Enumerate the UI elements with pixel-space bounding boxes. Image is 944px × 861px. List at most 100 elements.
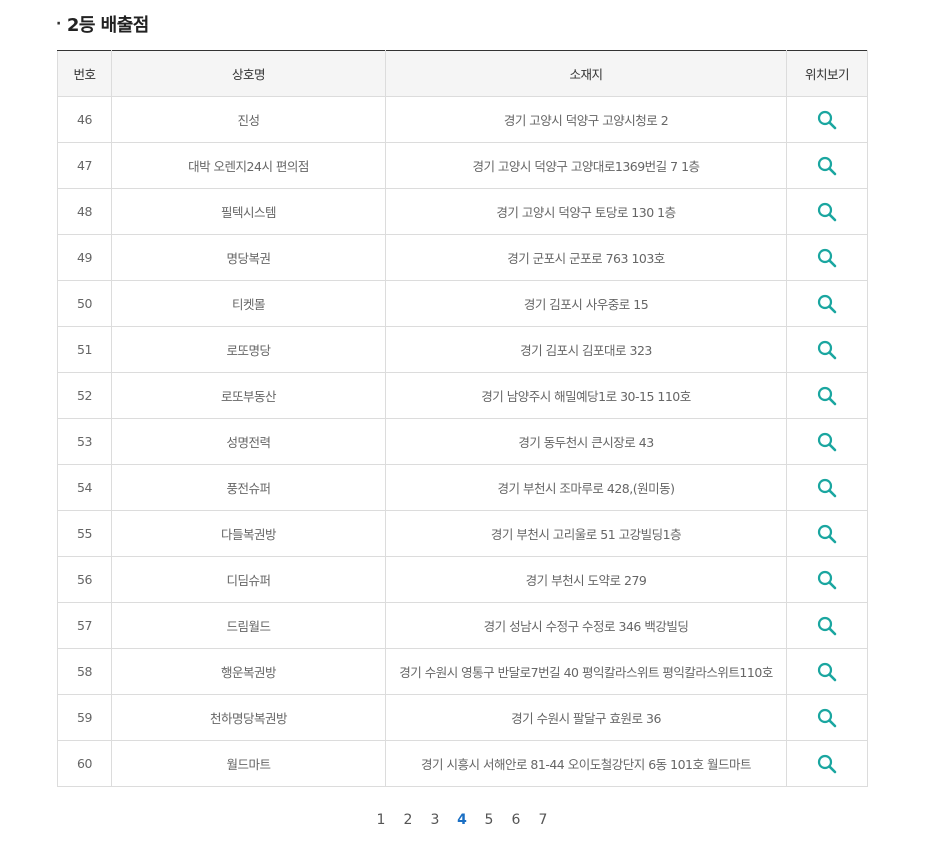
table-row: 60 월드마트 경기 시흥시 서해안로 81-44 오이도철강단지 6동 101호 … [57, 740, 868, 787]
cell-no: 57 [57, 602, 112, 649]
view-location-button[interactable] [814, 383, 840, 409]
cell-no: 56 [57, 556, 112, 603]
cell-address: 경기 수원시 팔달구 효원로 36 [385, 694, 787, 741]
table-header: 번호 상호명 소재지 위치보기 [57, 50, 868, 97]
cell-store-name: 디딤슈퍼 [111, 556, 386, 603]
cell-store-name: 풍전슈퍼 [111, 464, 386, 511]
search-icon [817, 754, 837, 773]
view-location-button[interactable] [814, 521, 840, 547]
pagination: 1234567 [0, 812, 924, 828]
cell-store-name: 천하명당복권방 [111, 694, 386, 741]
cell-location [786, 142, 868, 189]
view-location-button[interactable] [814, 751, 840, 777]
cell-address: 경기 남양주시 해밀예당1로 30-15 110호 [385, 372, 787, 419]
cell-no: 52 [57, 372, 112, 419]
header-no: 번호 [57, 50, 112, 97]
search-icon [817, 570, 837, 589]
search-icon [817, 478, 837, 497]
section-title-text: 2등 배출점 [66, 15, 150, 36]
cell-address: 경기 동두천시 큰시장로 43 [385, 418, 787, 465]
view-location-button[interactable] [814, 705, 840, 731]
cell-address: 경기 김포시 사우중로 15 [385, 280, 787, 327]
cell-address: 경기 부천시 고리울로 51 고강빌딩1층 [385, 510, 787, 557]
cell-location [786, 418, 868, 465]
table-row: 47 대박 오렌지24시 편의점 경기 고양시 덕양구 고양대로1369번길 7 1… [57, 142, 868, 189]
header-location: 위치보기 [786, 50, 868, 97]
view-location-button[interactable] [814, 107, 840, 133]
cell-no: 46 [57, 96, 112, 143]
cell-location [786, 740, 868, 787]
table-row: 56 디딤슈퍼 경기 부천시 도약로 279 [57, 556, 868, 603]
page-link-3[interactable]: 3 [422, 812, 449, 828]
header-address: 소재지 [385, 50, 787, 97]
cell-store-name: 다들복권방 [111, 510, 386, 557]
search-icon [817, 662, 837, 681]
page-link-4[interactable]: 4 [449, 812, 476, 828]
cell-no: 53 [57, 418, 112, 465]
view-location-button[interactable] [814, 659, 840, 685]
cell-location [786, 326, 868, 373]
view-location-button[interactable] [814, 337, 840, 363]
view-location-button[interactable] [814, 567, 840, 593]
table-row: 50 티켓몰 경기 김포시 사우중로 15 [57, 280, 868, 327]
table-row: 55 다들복권방 경기 부천시 고리울로 51 고강빌딩1층 [57, 510, 868, 557]
cell-no: 49 [57, 234, 112, 281]
cell-no: 59 [57, 694, 112, 741]
cell-location [786, 96, 868, 143]
view-location-button[interactable] [814, 475, 840, 501]
cell-store-name: 명당복권 [111, 234, 386, 281]
search-icon [817, 110, 837, 129]
view-location-button[interactable] [814, 199, 840, 225]
page-link-1[interactable]: 1 [368, 812, 395, 828]
cell-address: 경기 고양시 덕양구 고양시청로 2 [385, 96, 787, 143]
cell-location [786, 234, 868, 281]
search-icon [817, 248, 837, 267]
table-row: 52 로또부동산 경기 남양주시 해밀예당1로 30-15 110호 [57, 372, 868, 419]
cell-address: 경기 성남시 수정구 수정로 346 백강빌딩 [385, 602, 787, 649]
cell-store-name: 행운복권방 [111, 648, 386, 695]
cell-store-name: 로또명당 [111, 326, 386, 373]
table-row: 57 드림월드 경기 성남시 수정구 수정로 346 백강빌딩 [57, 602, 868, 649]
cell-no: 54 [57, 464, 112, 511]
cell-address: 경기 군포시 군포로 763 103호 [385, 234, 787, 281]
cell-address: 경기 고양시 덕양구 토당로 130 1층 [385, 188, 787, 235]
cell-location [786, 372, 868, 419]
table-body: 46 진성 경기 고양시 덕양구 고양시청로 2 47 대박 오렌지24시 편의점 경기 … [57, 96, 868, 787]
store-table: 번호 상호명 소재지 위치보기 46 진성 경기 고양시 덕양구 고양시청로 2 47… [57, 50, 868, 787]
cell-store-name: 필텍시스템 [111, 188, 386, 235]
section-title: · 2등 배출점 [56, 10, 149, 38]
table-row: 46 진성 경기 고양시 덕양구 고양시청로 2 [57, 96, 868, 143]
cell-no: 58 [57, 648, 112, 695]
view-location-button[interactable] [814, 153, 840, 179]
title-bullet: · [56, 16, 61, 32]
cell-no: 48 [57, 188, 112, 235]
cell-no: 47 [57, 142, 112, 189]
table-row: 53 성명전력 경기 동두천시 큰시장로 43 [57, 418, 868, 465]
search-icon [817, 156, 837, 175]
page-link-6[interactable]: 6 [503, 812, 530, 828]
page-link-5[interactable]: 5 [476, 812, 503, 828]
cell-store-name: 월드마트 [111, 740, 386, 787]
search-icon [817, 340, 837, 359]
search-icon [817, 432, 837, 451]
cell-location [786, 648, 868, 695]
cell-store-name: 드림월드 [111, 602, 386, 649]
cell-address: 경기 김포시 김포대로 323 [385, 326, 787, 373]
cell-store-name: 로또부동산 [111, 372, 386, 419]
cell-no: 50 [57, 280, 112, 327]
table-row: 59 천하명당복권방 경기 수원시 팔달구 효원로 36 [57, 694, 868, 741]
page-link-2[interactable]: 2 [395, 812, 422, 828]
table-row: 54 풍전슈퍼 경기 부천시 조마루로 428,(원미동) [57, 464, 868, 511]
page-link-7[interactable]: 7 [530, 812, 557, 828]
table-row: 58 행운복권방 경기 수원시 영통구 반달로7번길 40 평익칼라스위트 평익칼라… [57, 648, 868, 695]
table-row: 51 로또명당 경기 김포시 김포대로 323 [57, 326, 868, 373]
cell-store-name: 대박 오렌지24시 편의점 [111, 142, 386, 189]
header-name: 상호명 [111, 50, 386, 97]
cell-location [786, 280, 868, 327]
search-icon [817, 386, 837, 405]
view-location-button[interactable] [814, 291, 840, 317]
view-location-button[interactable] [814, 245, 840, 271]
view-location-button[interactable] [814, 429, 840, 455]
cell-store-name: 성명전력 [111, 418, 386, 465]
view-location-button[interactable] [814, 613, 840, 639]
